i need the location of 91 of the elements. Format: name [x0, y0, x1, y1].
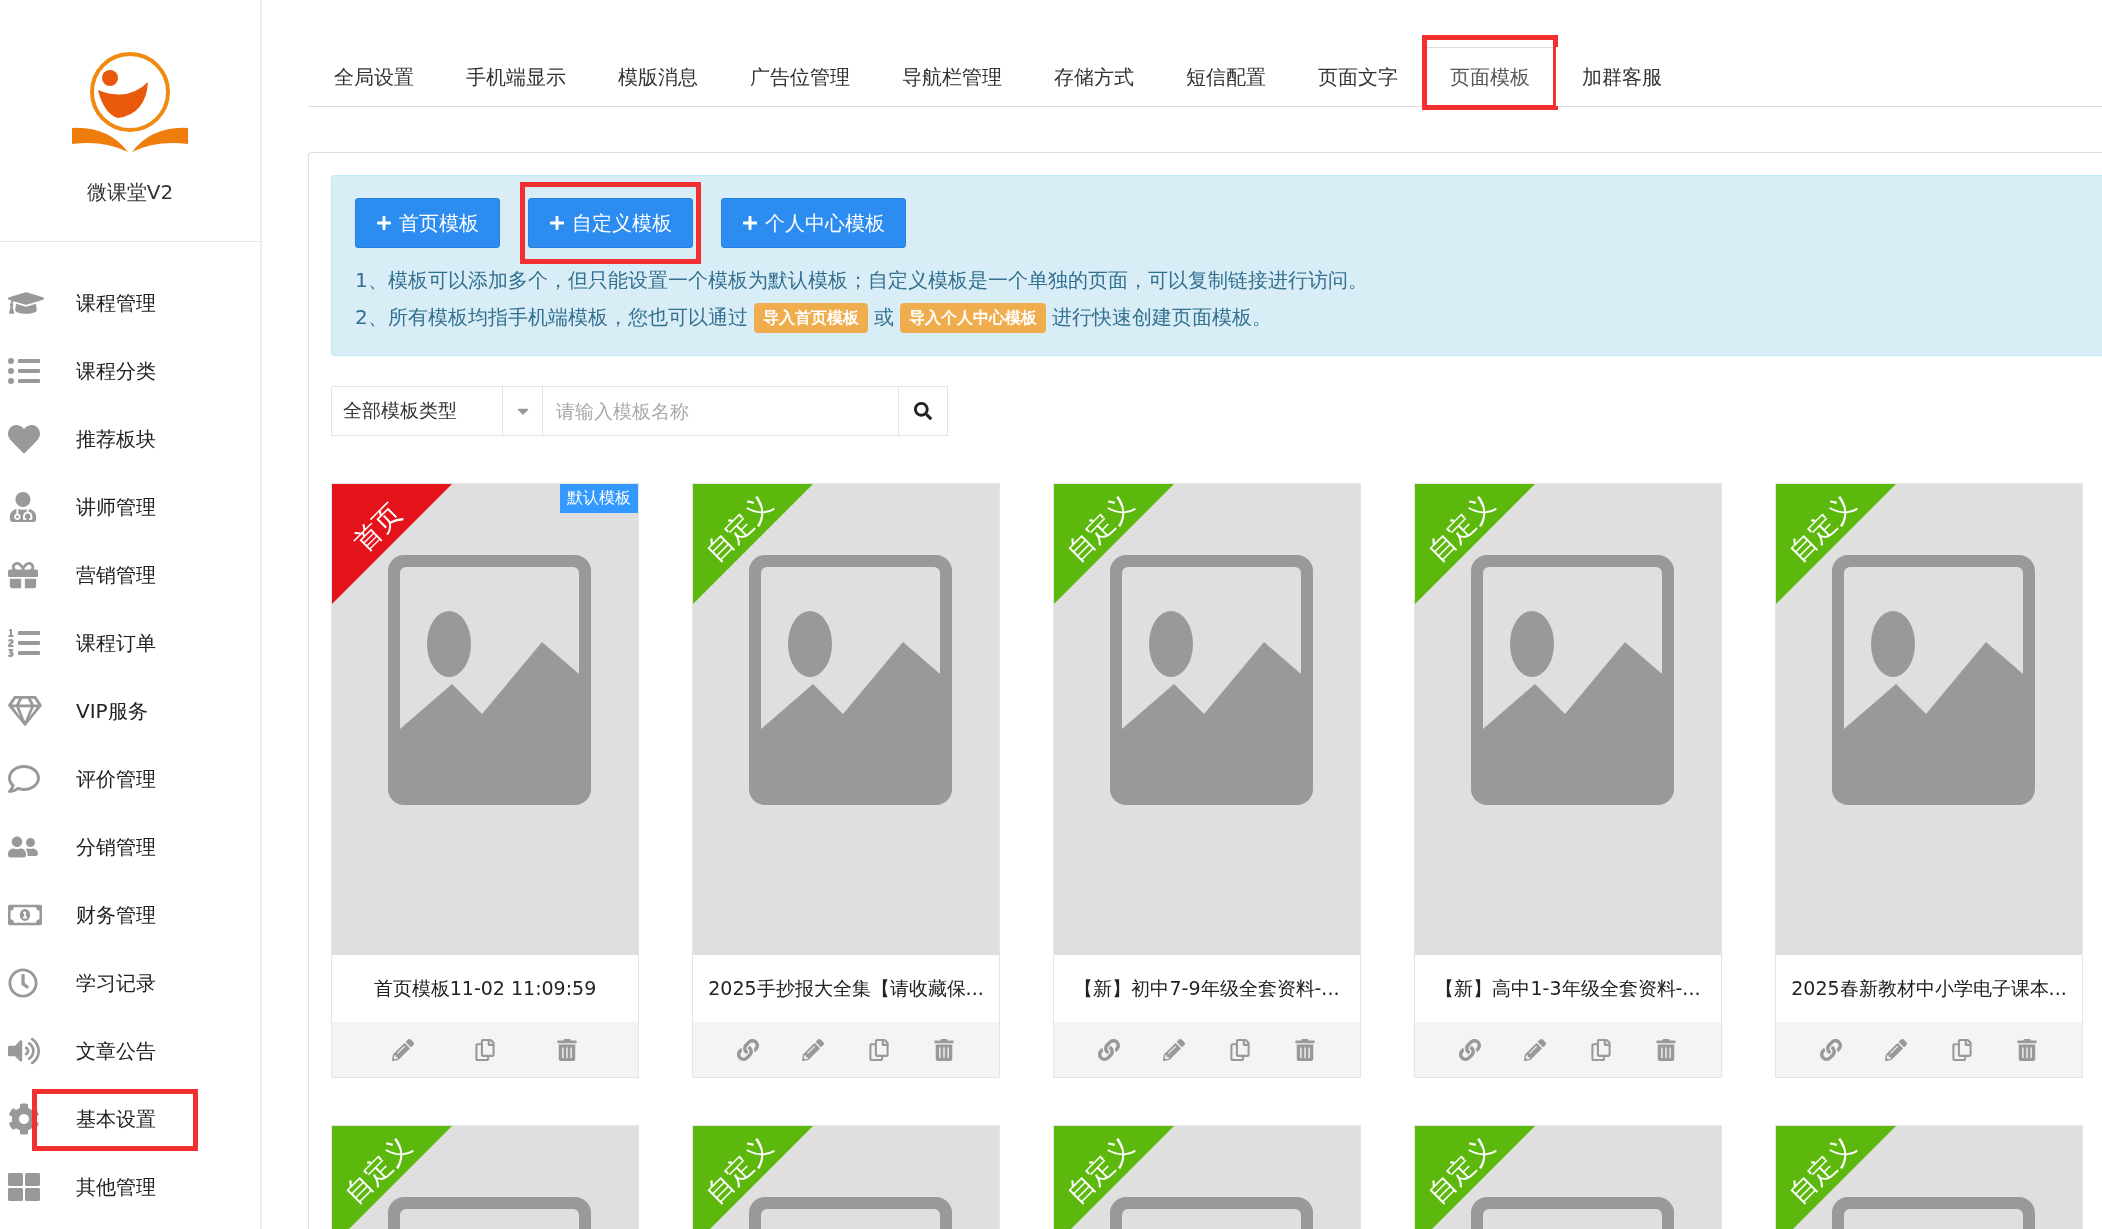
ribbon-label: 自定义 [1059, 1129, 1141, 1212]
delete-button[interactable] [2016, 1038, 2039, 1061]
copy-icon [1589, 1038, 1612, 1061]
info-text: 1、模板可以添加多个，但只能设置一个模板为默认模板；自定义模板是一个单独的页面，可以复制链接进行访问。 [355, 267, 1368, 294]
plus-icon [376, 215, 392, 231]
link-button[interactable] [1819, 1038, 1842, 1061]
trash-icon [1655, 1038, 1678, 1061]
sidebar-item[interactable]: 讲师管理 [0, 473, 260, 541]
link-icon [736, 1038, 759, 1061]
delete-button[interactable] [1655, 1038, 1678, 1061]
copy-button[interactable] [1950, 1038, 1973, 1061]
sidebar-item[interactable]: 学习记录 [0, 949, 260, 1017]
sidebar-item[interactable]: 课程分类 [0, 337, 260, 405]
pencil-icon [1524, 1038, 1547, 1061]
search-icon [914, 402, 932, 420]
search-field[interactable]: 请输入模板名称 [543, 386, 898, 436]
ribbon-label: 自定义 [337, 1129, 419, 1212]
type-select[interactable]: 全部模板类型 [331, 386, 503, 436]
diamond-icon [8, 694, 42, 728]
sidebar-item[interactable]: 评价管理 [0, 745, 260, 813]
plus-icon [742, 215, 758, 231]
app-name: 微课堂V2 [86, 179, 174, 206]
link-icon [1819, 1038, 1842, 1061]
grid-icon [8, 1171, 40, 1203]
copy-icon [1950, 1038, 1973, 1061]
link-icon [1458, 1038, 1481, 1061]
template-title: 【新】初中7-9年级全套资料-... [1073, 975, 1341, 1001]
edit-button[interactable] [802, 1038, 825, 1061]
ribbon-label: 首页 [346, 496, 409, 560]
sidebar-item[interactable]: VIP服务 [0, 677, 260, 745]
delete-button[interactable] [933, 1038, 956, 1061]
info-text: 进行快速创建页面模板。 [1051, 304, 1272, 331]
pencil-icon [1163, 1038, 1186, 1061]
trash-icon [933, 1038, 956, 1061]
link-icon [1097, 1038, 1120, 1061]
sidebar-item[interactable]: 课程管理 [0, 269, 260, 337]
edit-button[interactable] [1163, 1038, 1186, 1061]
gift-icon [8, 560, 38, 590]
heart-icon [8, 423, 40, 455]
pencil-icon [1885, 1038, 1908, 1061]
edit-button[interactable] [1524, 1038, 1547, 1061]
link-button[interactable] [1097, 1038, 1120, 1061]
template-title: 2025手抄报大全集【请收藏保... [707, 975, 985, 1001]
info-text: 或 [873, 304, 894, 331]
sidebar-item[interactable]: 分销管理 [0, 813, 260, 881]
speaker-icon [8, 1035, 40, 1067]
ribbon-label: 自定义 [1420, 1129, 1502, 1212]
ribbon-label: 自定义 [1059, 487, 1141, 570]
ribbon-label: 自定义 [698, 1129, 780, 1212]
template-title: 2025春新教材中小学电子课本... [1790, 975, 2068, 1001]
copy-button[interactable] [474, 1038, 496, 1061]
edit-button[interactable] [1885, 1038, 1908, 1061]
sidebar-item[interactable]: 营销管理 [0, 541, 260, 609]
pencil-icon [802, 1038, 825, 1061]
template-title: 首页模板11-02 11:09:59 [372, 975, 598, 1001]
copy-icon [474, 1038, 496, 1061]
speech-bubble-icon [8, 763, 40, 795]
copy-button[interactable] [1228, 1038, 1251, 1061]
copy-button[interactable] [1589, 1038, 1612, 1061]
sidebar-item[interactable]: 基本设置 [0, 1085, 260, 1153]
settings-icon [8, 1103, 40, 1135]
info-text: 2、所有模板均指手机端模板，您也可以通过 [355, 304, 748, 331]
trash-icon [556, 1038, 578, 1061]
clock-icon [8, 968, 38, 998]
copy-button[interactable] [867, 1038, 890, 1061]
plus-icon [549, 215, 565, 231]
numbered-list-icon [8, 627, 40, 659]
edit-button[interactable] [392, 1038, 414, 1061]
ribbon-label: 自定义 [698, 487, 780, 570]
template-title: 【新】高中1-3年级全套资料-... [1434, 975, 1702, 1001]
copy-icon [867, 1038, 890, 1061]
link-button[interactable] [736, 1038, 759, 1061]
search-button[interactable] [898, 386, 948, 436]
copy-icon [1228, 1038, 1251, 1061]
person-icon [8, 492, 38, 522]
sidebar-item[interactable]: 财务管理 [0, 881, 260, 949]
sidebar-item[interactable]: 推荐板块 [0, 405, 260, 473]
trash-icon [2016, 1038, 2039, 1061]
delete-button[interactable] [1294, 1038, 1317, 1061]
ribbon-label: 自定义 [1781, 487, 1863, 570]
default-badge: 默认模板 [560, 484, 638, 513]
pencil-icon [392, 1038, 414, 1061]
link-button[interactable] [1458, 1038, 1481, 1061]
list-icon [8, 355, 40, 387]
ribbon-label: 自定义 [1781, 1129, 1863, 1212]
sidebar-item[interactable]: 课程订单 [0, 609, 260, 677]
ribbon-label: 自定义 [1420, 487, 1502, 570]
delete-button[interactable] [556, 1038, 578, 1061]
trash-icon [1294, 1038, 1317, 1061]
sidebar-item[interactable]: 其他管理 [0, 1153, 260, 1221]
sidebar-item[interactable]: 文章公告 [0, 1017, 260, 1085]
